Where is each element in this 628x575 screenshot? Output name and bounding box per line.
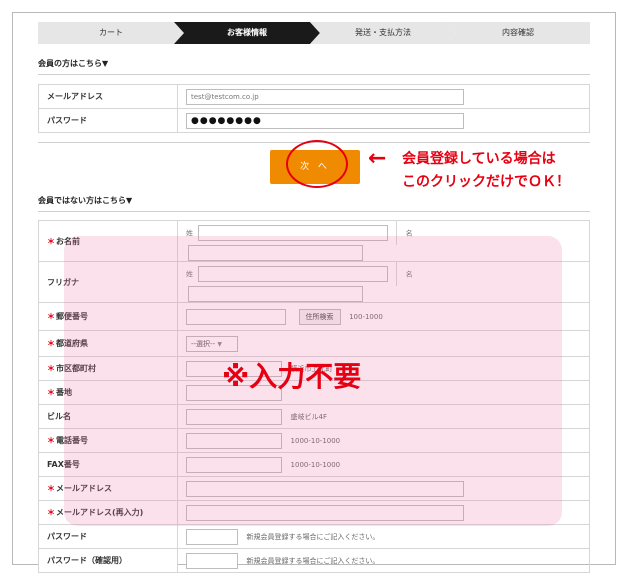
highlight-circle	[286, 140, 348, 188]
callout-note: 会員登録している場合は このクリックだけでＯＫ！	[402, 148, 570, 194]
member-section-title: 会員の方はこちら▼	[38, 59, 109, 68]
callout-line-2: このクリックだけでＯＫ！	[402, 174, 570, 190]
member-login-table: メールアドレス test@testcom.co.jp パスワード ●●●●●●●…	[38, 84, 590, 133]
no-input-label: ※入力不要	[222, 360, 362, 393]
arrow-left-icon: ←	[368, 146, 387, 171]
step-shipping: 発送・支払方法	[310, 22, 456, 44]
step-shipping-label: 発送・支払方法	[355, 28, 411, 37]
divider	[38, 74, 590, 75]
guest-password-confirm-label: パスワード（確認用）	[38, 548, 178, 573]
step-cart: カート	[38, 22, 184, 44]
callout-line-1: 会員登録している場合は	[402, 151, 556, 167]
step-customer-info: お客様情報	[174, 22, 320, 44]
step-confirm-label: 内容確認	[502, 28, 534, 37]
email-label: メールアドレス	[38, 84, 178, 109]
step-confirm: 内容確認	[446, 22, 590, 44]
password-label: パスワード	[38, 108, 178, 133]
step-customer-info-label: お客様情報	[227, 28, 267, 37]
guest-section-title: 会員ではない方はこちら▼	[38, 196, 133, 205]
checkout-steps: カート お客様情報 発送・支払方法 内容確認	[38, 22, 590, 44]
guest-password-hint: 新規会員登録する場合にご記入ください。	[246, 532, 380, 541]
step-cart-label: カート	[99, 28, 123, 37]
guest-password-confirm-hint: 新規会員登録する場合にご記入ください。	[246, 556, 380, 565]
member-email-input[interactable]: test@testcom.co.jp	[186, 88, 464, 105]
divider	[38, 211, 590, 212]
guest-password-input[interactable]	[186, 528, 238, 545]
guest-password-label: パスワード	[38, 524, 178, 549]
guest-password-confirm-input[interactable]	[186, 552, 238, 569]
member-password-input[interactable]: ●●●●●●●●	[186, 112, 464, 129]
